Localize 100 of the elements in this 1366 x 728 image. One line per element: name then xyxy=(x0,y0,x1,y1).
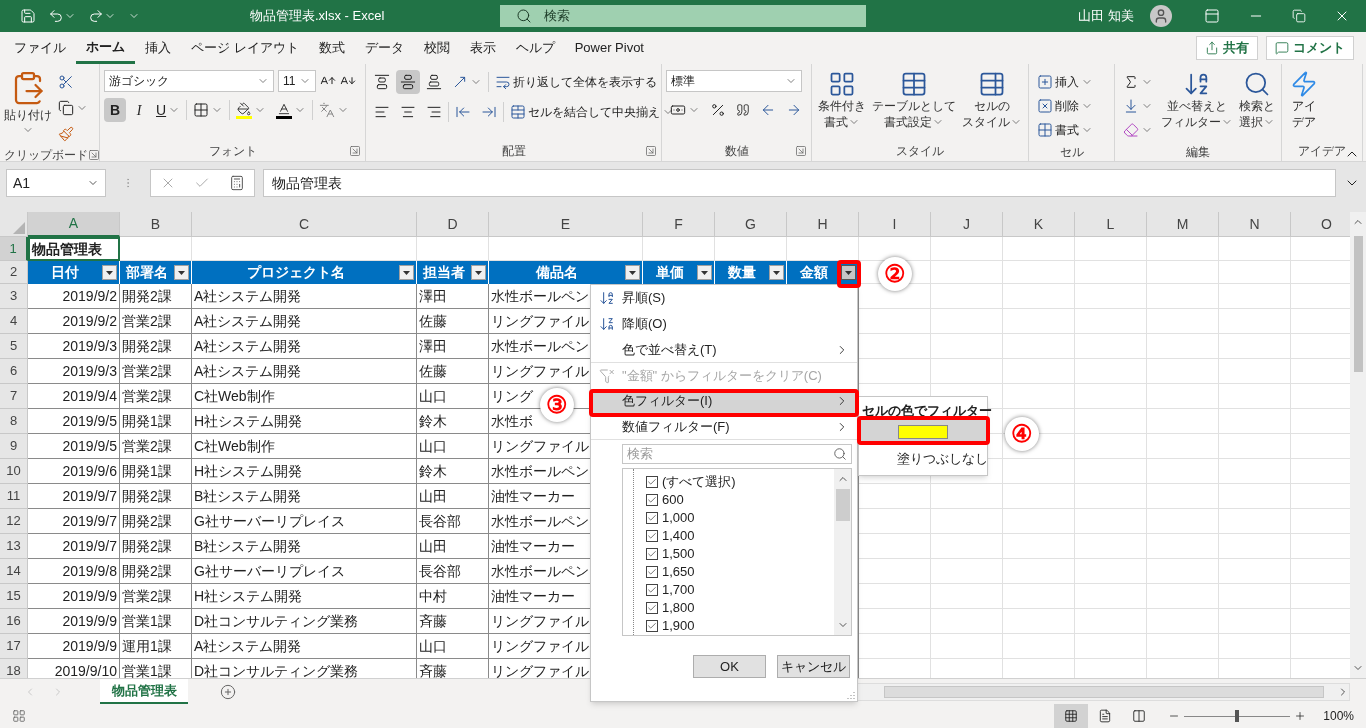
search-field[interactable]: 検索 xyxy=(500,5,866,27)
row-header[interactable]: 14 xyxy=(0,559,28,584)
row-header[interactable]: 15 xyxy=(0,584,28,609)
row-header[interactable]: 16 xyxy=(0,609,28,634)
table-cell-text: D社コンサルティング業務 xyxy=(194,661,359,678)
column-header[interactable]: O xyxy=(1291,212,1350,237)
column-header[interactable]: N xyxy=(1219,212,1291,237)
column-header[interactable]: A xyxy=(28,212,120,237)
row-header[interactable]: 13 xyxy=(0,534,28,559)
menu-item[interactable]: 数値フィルター(F) xyxy=(591,414,857,440)
menu-item[interactable]: 塗りつぶしなし xyxy=(859,445,987,469)
cells-button[interactable]: 書式 xyxy=(1033,118,1097,142)
menu-item[interactable]: 色で並べ替え(T) xyxy=(591,337,857,363)
row-header[interactable]: 8 xyxy=(0,409,28,434)
row-header[interactable]: 9 xyxy=(0,434,28,459)
ribbon-tab[interactable]: ファイル xyxy=(4,32,76,64)
row-header[interactable]: 2 xyxy=(0,261,28,284)
name-box[interactable]: A1 xyxy=(6,169,106,197)
column-header[interactable]: G xyxy=(715,212,787,237)
table-cell-text: 水性ボールペン xyxy=(491,336,589,356)
table-cell-text: A社システム開発 xyxy=(194,286,302,306)
sheet-tab[interactable]: 物品管理表 xyxy=(100,679,188,704)
italic-button[interactable]: I xyxy=(128,98,150,122)
column-header[interactable]: E xyxy=(489,212,643,237)
ribbon-tab[interactable]: 校閲 xyxy=(413,32,460,64)
table-cell-text: 2019/9/5 xyxy=(62,436,117,456)
row-header[interactable]: 12 xyxy=(0,509,28,534)
value-label: (すべて選択) xyxy=(662,473,736,492)
table-cell-text: 2019/9/9 xyxy=(62,586,117,606)
row-header[interactable]: 7 xyxy=(0,384,28,409)
row-header[interactable]: 3 xyxy=(0,284,28,309)
ideas-button[interactable]: アイ デア xyxy=(1286,70,1322,141)
value-label: 1,400 xyxy=(662,527,695,546)
ok-button[interactable]: OK xyxy=(693,655,766,678)
cells-button[interactable]: 挿入 xyxy=(1033,70,1097,94)
wrap-text-button[interactable]: 折り返して全体を表示する xyxy=(491,70,661,94)
ribbon-tab[interactable]: Power Pivot xyxy=(564,32,654,64)
cancel-button[interactable]: キャンセル xyxy=(777,655,850,678)
row-header[interactable]: 4 xyxy=(0,309,28,334)
header-label: 備品名 xyxy=(536,263,578,282)
editing-button[interactable]: 並べ替えと フィルター xyxy=(1159,70,1235,142)
row-header[interactable]: 5 xyxy=(0,334,28,359)
table-cell-text: H社システム開発 xyxy=(194,411,303,431)
comment-button[interactable]: コメント xyxy=(1266,36,1354,60)
table-cell-text: C社Web制作 xyxy=(194,386,275,406)
table-cell-text: 斉藤 xyxy=(419,661,447,678)
style-button[interactable]: 条件付き 書式 xyxy=(816,70,868,141)
underline-button[interactable]: U xyxy=(152,98,185,122)
header-label: 部署名 xyxy=(126,263,168,282)
column-header[interactable]: H xyxy=(787,212,859,237)
ribbon-tab[interactable]: 挿入 xyxy=(135,32,181,64)
column-header[interactable]: L xyxy=(1075,212,1147,237)
column-header[interactable]: B xyxy=(120,212,192,237)
style-button[interactable]: テーブルとして 書式設定 xyxy=(870,70,958,141)
header-label: 金額 xyxy=(800,263,828,282)
table-cell-text: 2019/9/4 xyxy=(62,386,117,406)
ribbon-tab[interactable]: 数式 xyxy=(308,32,355,64)
table-cell-text: 中村 xyxy=(419,586,447,606)
row-header[interactable]: 18 xyxy=(0,659,28,678)
menu-item[interactable]: 昇順(S) xyxy=(591,285,857,311)
editing-button[interactable]: 検索と 選択 xyxy=(1237,70,1277,142)
header-label: 日付 xyxy=(51,263,79,282)
column-header[interactable]: D xyxy=(417,212,489,237)
row-header[interactable]: 11 xyxy=(0,484,28,509)
table-cell-text: 澤田 xyxy=(419,336,447,356)
formula-field[interactable]: 物品管理表 xyxy=(263,169,1336,197)
table-cell-text: 2019/9/6 xyxy=(62,461,117,481)
font-size-field[interactable]: 11 xyxy=(278,70,316,92)
column-header[interactable]: I xyxy=(859,212,931,237)
style-button[interactable]: セルの スタイル xyxy=(960,70,1024,141)
row-header[interactable]: 10 xyxy=(0,459,28,484)
table-cell-text: 2019/9/3 xyxy=(62,361,117,381)
row-header[interactable]: 17 xyxy=(0,634,28,659)
ribbon-tab[interactable]: 表示 xyxy=(459,32,506,64)
font-name-field[interactable]: 游ゴシック xyxy=(104,70,274,92)
group-label: 配置 xyxy=(501,143,526,160)
number-format-field[interactable]: 標準 xyxy=(666,70,802,92)
paste-button[interactable]: 貼り付け xyxy=(4,70,52,146)
table-cell-text: 2019/9/3 xyxy=(62,336,117,356)
ribbon-tab[interactable]: ページ レイアウト xyxy=(181,32,309,64)
bold-button[interactable]: B xyxy=(104,98,126,122)
group-label: クリップボード xyxy=(4,147,88,161)
cells-button[interactable]: 削除 xyxy=(1033,94,1097,118)
share-button[interactable]: 共有 xyxy=(1196,36,1258,60)
column-header[interactable]: F xyxy=(643,212,715,237)
menu-item[interactable]: 降順(O) xyxy=(591,311,857,337)
table-cell-text: リングファイル xyxy=(491,436,589,456)
table-cell-text: 水性ボールペン xyxy=(491,461,589,481)
ribbon-tab[interactable]: データ xyxy=(354,32,414,64)
row-header[interactable]: 6 xyxy=(0,359,28,384)
merge-center-button[interactable]: セルを結合して中央揃え xyxy=(506,100,678,124)
column-header[interactable]: M xyxy=(1147,212,1219,237)
column-header[interactable]: K xyxy=(1003,212,1075,237)
column-header[interactable]: C xyxy=(192,212,417,237)
ribbon-tab[interactable]: ヘルプ xyxy=(505,32,565,64)
value-label: 1,700 xyxy=(662,581,695,600)
table-cell-text: 佐藤 xyxy=(419,311,447,331)
column-header[interactable]: J xyxy=(931,212,1003,237)
row-header[interactable]: 1 xyxy=(0,237,28,261)
table-cell-text: 開発2課 xyxy=(122,561,172,581)
